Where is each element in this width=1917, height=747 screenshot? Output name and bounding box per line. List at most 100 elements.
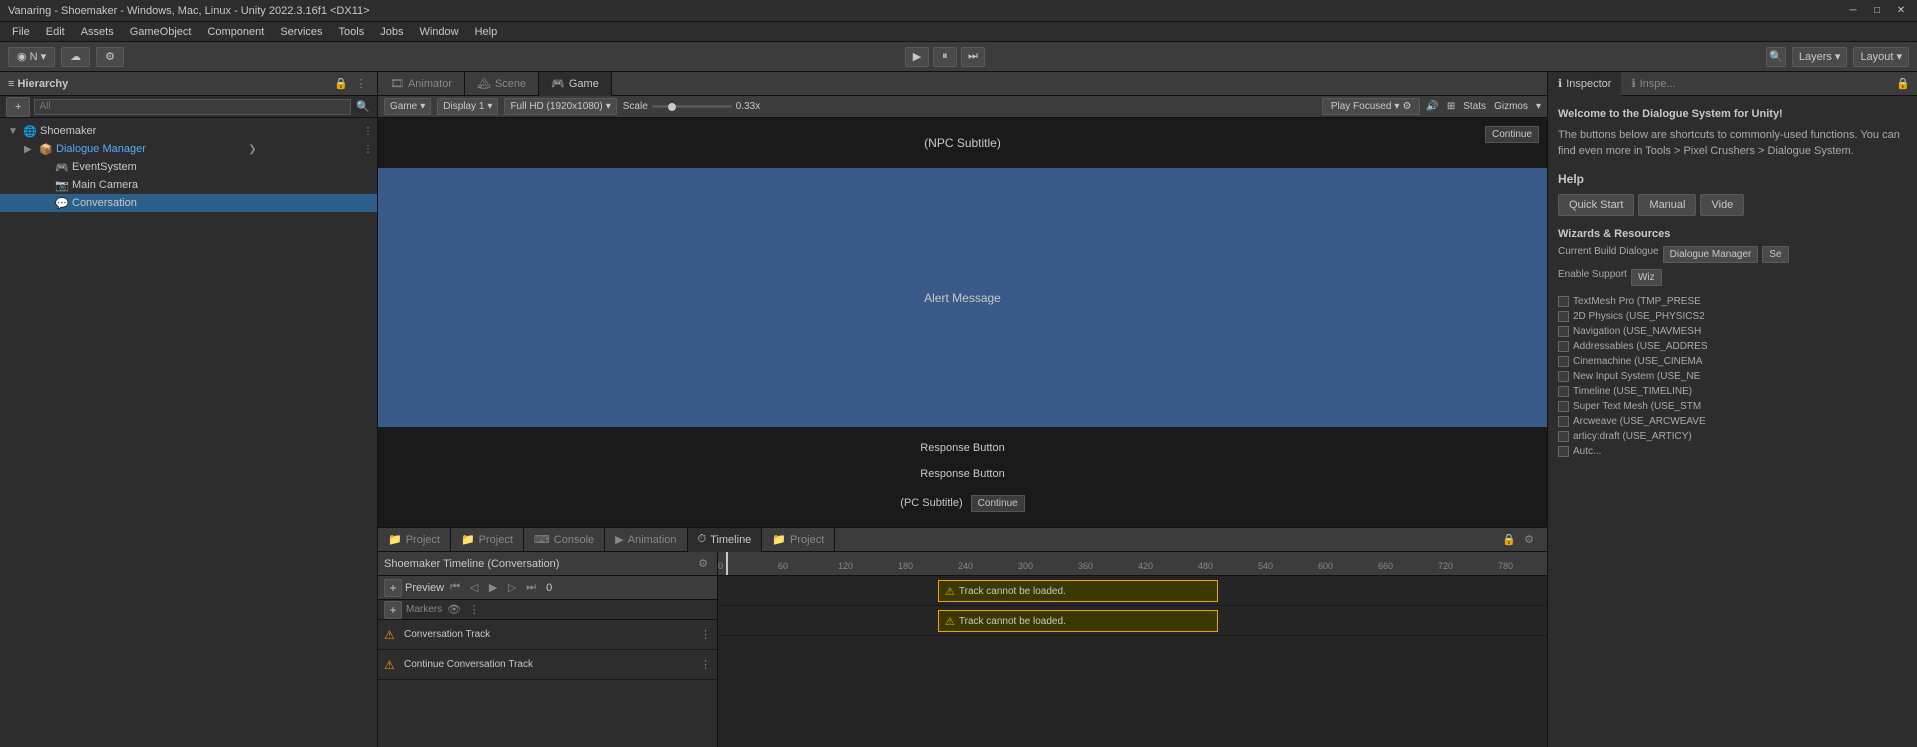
menu-tools[interactable]: Tools <box>331 24 373 40</box>
markers-add-button[interactable]: + <box>384 601 402 619</box>
define-checkbox-newinput[interactable] <box>1558 371 1569 382</box>
dm-more-icon[interactable]: ⋮ <box>363 144 373 155</box>
cloud-button[interactable]: ☁ <box>61 47 90 67</box>
inspector-tab-bar: ℹ Inspector ℹ Inspe... 🔒 <box>1548 72 1917 96</box>
menu-jobs[interactable]: Jobs <box>372 24 411 40</box>
hierarchy-item-shoemaker[interactable]: ▼ 🌐 Shoemaker ⋮ <box>0 122 377 140</box>
stats-label[interactable]: Stats <box>1463 101 1486 112</box>
hierarchy-search-input[interactable] <box>34 99 351 115</box>
maximize-button[interactable]: □ <box>1869 3 1885 19</box>
timeline-playhead[interactable] <box>726 552 728 575</box>
conversation-icon: 💬 <box>55 197 69 210</box>
scale-slider-thumb[interactable] <box>668 103 676 111</box>
tab-scene[interactable]: 🏔 Scene <box>465 72 539 96</box>
define-checkbox-arcweave[interactable] <box>1558 416 1569 427</box>
bottom-lock-icon[interactable]: 🔒 <box>1501 532 1517 548</box>
clip-warn-icon-1: ⚠ <box>945 585 955 598</box>
define-checkbox-2dphysics[interactable] <box>1558 311 1569 322</box>
menu-component[interactable]: Component <box>199 24 272 40</box>
menu-services[interactable]: Services <box>272 24 330 40</box>
timeline-settings-icon[interactable]: ⚙ <box>695 556 711 572</box>
minimize-button[interactable]: ─ <box>1845 3 1861 19</box>
dialogue-manager-wizard-btn[interactable]: Dialogue Manager <box>1663 246 1759 263</box>
bottom-tab-project1[interactable]: 📁 Project <box>378 528 451 552</box>
menu-file[interactable]: File <box>4 24 38 40</box>
resolution-dropdown[interactable]: Full HD (1920x1080) ▾ <box>504 98 616 115</box>
se-wizard-btn[interactable]: Se <box>1762 246 1788 263</box>
hierarchy-item-eventsystem[interactable]: 🎮 EventSystem <box>0 158 377 176</box>
track-more-icon-2[interactable]: ⋮ <box>700 658 711 671</box>
bottom-tab-console[interactable]: ⌨ Console <box>524 528 605 552</box>
tab-animator[interactable]: 🎞 Animator <box>378 72 465 96</box>
account-button[interactable]: ◉N▾ <box>8 47 55 67</box>
scale-slider-track[interactable] <box>652 105 732 108</box>
gizmos-label[interactable]: Gizmos <box>1494 101 1528 112</box>
hierarchy-lock-icon[interactable]: 🔒 <box>333 76 349 92</box>
define-checkbox-cinemachine[interactable] <box>1558 356 1569 367</box>
step-button[interactable]: ⏭ <box>961 47 985 67</box>
video-button[interactable]: Vide <box>1700 194 1744 216</box>
inspector-tab-inspector[interactable]: ℹ Inspector <box>1548 72 1621 96</box>
title-bar: Vanaring - Shoemaker - Windows, Mac, Lin… <box>0 0 1917 22</box>
response-button-2[interactable]: Response Button <box>920 468 1004 480</box>
track-clip-2[interactable]: ⚠ Track cannot be loaded. <box>938 610 1218 632</box>
wiz-button[interactable]: Wiz <box>1631 269 1662 286</box>
define-checkbox-navigation[interactable] <box>1558 326 1569 337</box>
inspector-tab-inspe2[interactable]: ℹ Inspe... <box>1621 72 1685 96</box>
close-button[interactable]: ✕ <box>1893 3 1909 19</box>
hierarchy-menu-icon[interactable]: ⋮ <box>353 76 369 92</box>
markers-more-icon[interactable]: ⋮ <box>466 602 482 618</box>
settings-button[interactable]: ⚙ <box>96 47 124 67</box>
game-display-dropdown[interactable]: Game ▾ <box>384 98 431 115</box>
layout-dropdown[interactable]: Layout ▾ <box>1853 47 1909 67</box>
define-articy: articy:draft (USE_ARTICY) <box>1558 429 1907 444</box>
audio-icon: 🔊 <box>1426 101 1438 112</box>
menu-window[interactable]: Window <box>411 24 466 40</box>
play-focused-dropdown[interactable]: Play Focused ▾ ⚙ <box>1322 98 1421 115</box>
transport-play-icon[interactable]: ▶ <box>485 580 501 596</box>
menu-gameobject[interactable]: GameObject <box>122 24 200 40</box>
menu-help[interactable]: Help <box>467 24 506 40</box>
menu-edit[interactable]: Edit <box>38 24 73 40</box>
hierarchy-search-icon[interactable]: 🔍 <box>355 99 371 115</box>
timeline-left-panel: Shoemaker Timeline (Conversation) ⚙ + Pr… <box>378 552 718 747</box>
define-checkbox-textmesh[interactable] <box>1558 296 1569 307</box>
continue-button-top[interactable]: Continue <box>1485 126 1539 143</box>
display-num-dropdown[interactable]: Display 1 ▾ <box>437 98 498 115</box>
shoemaker-more-icon[interactable]: ⋮ <box>363 126 373 137</box>
search-button[interactable]: 🔍 <box>1766 47 1786 67</box>
tab-game[interactable]: 🎮 Game <box>539 72 612 96</box>
inspector-lock-icon[interactable]: 🔒 <box>1895 76 1911 92</box>
transport-start-icon[interactable]: ⏮ <box>447 580 463 596</box>
define-checkbox-autc[interactable] <box>1558 446 1569 457</box>
timeline-add-button[interactable]: + <box>384 579 402 597</box>
response-button-1[interactable]: Response Button <box>920 442 1004 454</box>
define-checkbox-timeline[interactable] <box>1558 386 1569 397</box>
continue-button-bottom[interactable]: Continue <box>971 495 1025 512</box>
transport-prev-icon[interactable]: ◁ <box>466 580 482 596</box>
manual-button[interactable]: Manual <box>1638 194 1696 216</box>
hierarchy-add-button[interactable]: + <box>6 97 30 117</box>
track-more-icon-1[interactable]: ⋮ <box>700 628 711 641</box>
hierarchy-item-dialogue-manager[interactable]: ▶ 📦 Dialogue Manager ❯ ⋮ <box>0 140 377 158</box>
transport-end-icon[interactable]: ⏭ <box>523 580 539 596</box>
bottom-tab-animation[interactable]: ▶ Animation <box>605 528 687 552</box>
quick-start-button[interactable]: Quick Start <box>1558 194 1634 216</box>
bottom-gear-icon[interactable]: ⚙ <box>1521 532 1537 548</box>
markers-eye-icon[interactable]: 👁 <box>446 602 462 618</box>
define-checkbox-addressables[interactable] <box>1558 341 1569 352</box>
menu-assets[interactable]: Assets <box>73 24 122 40</box>
transport-next-icon[interactable]: ▷ <box>504 580 520 596</box>
bottom-tab-timeline[interactable]: ⏱ Timeline <box>688 528 763 552</box>
bottom-tab-project2[interactable]: 📁 Project <box>451 528 524 552</box>
pause-button[interactable]: ⏸ <box>933 47 957 67</box>
play-button[interactable]: ▶ <box>905 47 929 67</box>
track-clip-1[interactable]: ⚠ Track cannot be loaded. <box>938 580 1218 602</box>
define-checkbox-supertextmesh[interactable] <box>1558 401 1569 412</box>
bottom-tab-project3[interactable]: 📁 Project <box>762 528 835 552</box>
layers-dropdown[interactable]: Layers ▾ <box>1792 47 1848 67</box>
hierarchy-item-conversation[interactable]: 💬 Conversation <box>0 194 377 212</box>
hierarchy-item-camera[interactable]: 📷 Main Camera <box>0 176 377 194</box>
define-checkbox-articy[interactable] <box>1558 431 1569 442</box>
scene-tab-label: Scene <box>495 78 526 90</box>
